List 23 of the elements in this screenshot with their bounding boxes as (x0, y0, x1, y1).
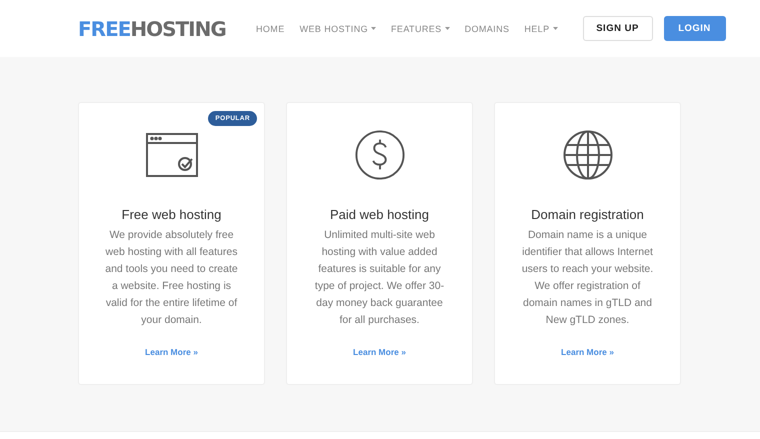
caret-icon (444, 27, 450, 30)
signup-button[interactable]: SIGN UP (582, 16, 652, 41)
nav-link[interactable]: WEB HOSTING (300, 24, 376, 34)
globe-icon (562, 130, 612, 180)
learn-more-link[interactable]: Learn More » (561, 347, 614, 357)
nav-link[interactable]: DOMAINS (464, 24, 510, 34)
learn-more-link[interactable]: Learn More » (145, 347, 198, 357)
logo[interactable]: FREEHOSTING (78, 16, 256, 40)
nav-link[interactable]: HOME (256, 24, 285, 34)
caret-icon (371, 27, 376, 30)
card-title: Domain registration (531, 207, 644, 222)
caret-icon (552, 27, 558, 30)
learn-more-link[interactable]: Learn More » (353, 347, 406, 357)
card-title: Paid web hosting (330, 207, 429, 222)
card-description: Unlimited multi-site web hosting with value added features is suitable for any type of project. We offer 30-day money back guarantee for all purchases. (314, 228, 446, 328)
dollar-icon (354, 130, 406, 180)
card-title: Free web hosting (122, 207, 222, 222)
browser-window-check-icon (146, 130, 198, 180)
card-description: We provide absolutely free web hosting with all features and tools you need to create a website. Free hosting is valid for the entire lifetime of your domain. (104, 228, 239, 328)
nav-link[interactable]: FEATURES (391, 24, 450, 34)
login-button[interactable]: LOGIN (664, 16, 726, 41)
nav-link[interactable]: HELP (524, 24, 558, 34)
card-description: Domain name is a unique identifier that allows Internet users to reach your website. We offer registration of domain names in gTLD and New gTLD zones. (520, 228, 654, 328)
